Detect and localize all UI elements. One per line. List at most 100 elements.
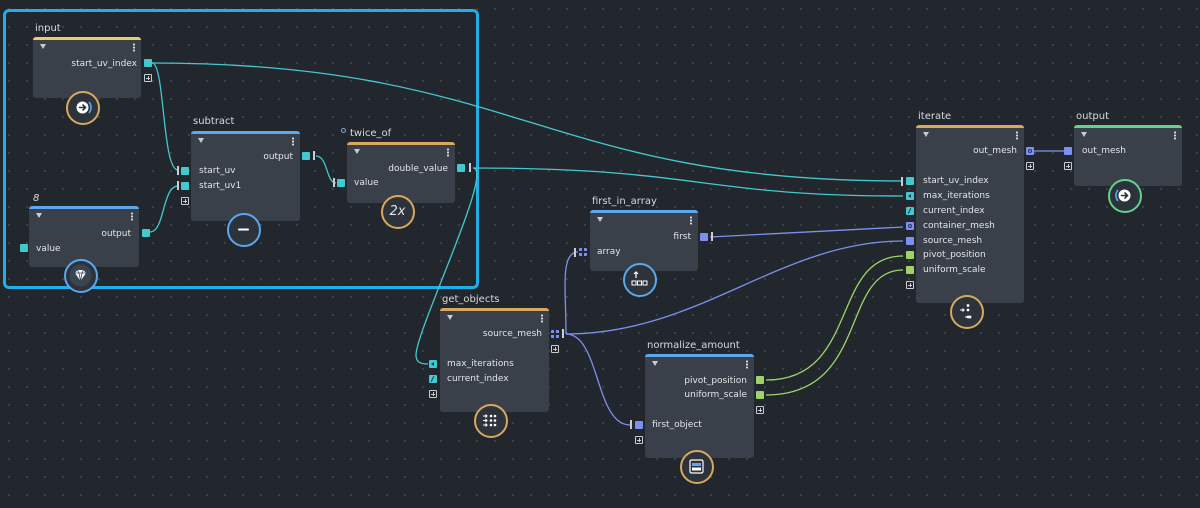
- node-value8[interactable]: output value: [29, 206, 139, 267]
- input-port-container-mesh[interactable]: [906, 222, 914, 230]
- input-port-max-iterations[interactable]: [429, 360, 437, 368]
- add-port-icon[interactable]: [635, 436, 643, 444]
- add-port-icon[interactable]: [756, 406, 764, 414]
- input-port-uniform-scale[interactable]: [906, 266, 914, 274]
- node-subtract[interactable]: output start_uv start_uv1: [191, 131, 300, 221]
- collapse-triangle-icon[interactable]: [923, 132, 929, 137]
- input-port-value[interactable]: [20, 244, 28, 252]
- node-input[interactable]: start_uv_index: [33, 37, 141, 98]
- node-first-in-array[interactable]: first array: [590, 210, 698, 271]
- output-port-uniform-scale[interactable]: [756, 391, 764, 399]
- node-menu-icon[interactable]: [746, 360, 748, 369]
- node-badge-get-objects: [474, 404, 508, 438]
- node-get-objects[interactable]: source_mesh max_iterations current_index: [440, 308, 549, 412]
- node-badge-input: [66, 91, 100, 125]
- collapse-triangle-icon[interactable]: [198, 138, 204, 143]
- output-port-source-mesh[interactable]: [551, 330, 559, 338]
- port-label-pivot-position: pivot_position: [684, 376, 747, 386]
- add-port-icon[interactable]: [144, 74, 152, 82]
- input-port-out-mesh[interactable]: [1064, 147, 1072, 155]
- input-port-start-uv1[interactable]: [181, 182, 189, 190]
- collapse-triangle-icon[interactable]: [1081, 132, 1087, 137]
- port-label-array: array: [597, 247, 621, 257]
- node-output[interactable]: out_mesh: [1074, 125, 1182, 186]
- wire-double-value-to-iterate: [472, 167, 904, 197]
- add-port-icon[interactable]: [551, 345, 559, 353]
- diamond-icon: [69, 264, 92, 287]
- add-port-icon[interactable]: [429, 390, 437, 398]
- add-port-icon[interactable]: [906, 281, 914, 289]
- collapse-triangle-icon[interactable]: [40, 44, 46, 49]
- wire-uniform-scale-to-iterate: [765, 269, 904, 396]
- node-title-iterate: iterate: [918, 111, 952, 122]
- wire-source-mesh-to-normalize: [565, 333, 631, 426]
- node-menu-icon[interactable]: [690, 216, 692, 225]
- node-menu-icon[interactable]: [447, 148, 449, 157]
- port-label-start-uv-index: start_uv_index: [71, 59, 137, 69]
- input-port-first-object[interactable]: [635, 421, 643, 429]
- input-port-start-uv[interactable]: [181, 167, 189, 175]
- node-header-bar: [29, 206, 139, 209]
- input-port-start-uv-index[interactable]: [906, 177, 914, 185]
- node-twice-of[interactable]: double_value value: [347, 142, 455, 203]
- input-port-current-index[interactable]: [429, 375, 437, 383]
- iterate-icon: [960, 304, 972, 319]
- node-graph-canvas[interactable]: input start_uv_index 8 output value subt…: [0, 0, 1200, 508]
- input-port-value[interactable]: [337, 179, 345, 187]
- input-port-max-iterations[interactable]: [906, 192, 914, 200]
- node-iterate[interactable]: out_mesh start_uv_index max_iterations c…: [916, 125, 1024, 303]
- output-port-output[interactable]: [302, 152, 310, 160]
- output-connector-tick: [313, 151, 315, 160]
- input-port-pivot-position[interactable]: [906, 251, 914, 259]
- port-label-first: first: [673, 232, 691, 242]
- input-connector-tick: [333, 178, 335, 187]
- wire-source-mesh-to-first-in-array: [564, 251, 579, 335]
- wire-first-to-container-mesh: [709, 226, 904, 238]
- collapse-triangle-icon[interactable]: [36, 213, 42, 218]
- collapse-triangle-icon[interactable]: [597, 217, 603, 222]
- input-port-source-mesh[interactable]: [906, 237, 914, 245]
- node-menu-icon[interactable]: [1174, 131, 1176, 140]
- node-menu-icon[interactable]: [1016, 131, 1018, 140]
- collapse-triangle-icon[interactable]: [652, 361, 658, 366]
- output-port-pivot-position[interactable]: [756, 376, 764, 384]
- output-connector-tick: [711, 232, 713, 241]
- node-title-normalize-amount: normalize_amount: [647, 340, 740, 351]
- port-label-output: output: [101, 229, 131, 239]
- input-port-array[interactable]: [579, 248, 587, 256]
- node-menu-icon[interactable]: [292, 137, 294, 146]
- port-label-container-mesh: container_mesh: [923, 221, 995, 231]
- node-badge-iterate: [950, 295, 984, 329]
- add-port-icon[interactable]: [1064, 162, 1072, 170]
- node-header-bar: [440, 308, 549, 311]
- output-port-double-value[interactable]: [457, 164, 465, 172]
- port-label-start-uv-index: start_uv_index: [923, 176, 989, 186]
- node-title-twice-of: twice_of: [350, 128, 392, 139]
- output-port-output[interactable]: [142, 229, 150, 237]
- normalize-icon: [689, 459, 704, 474]
- node-title-subtract: subtract: [193, 116, 235, 127]
- node-header-bar: [347, 142, 455, 145]
- collapse-triangle-icon[interactable]: [447, 315, 453, 320]
- output-port-first[interactable]: [700, 233, 708, 241]
- node-badge-value8: [64, 259, 98, 293]
- input-port-current-index[interactable]: [906, 207, 914, 215]
- node-normalize-amount[interactable]: pivot_position uniform_scale first_objec…: [645, 354, 754, 458]
- add-port-icon[interactable]: [181, 197, 189, 205]
- add-port-icon[interactable]: [1026, 162, 1034, 170]
- collapse-triangle-icon[interactable]: [354, 149, 360, 154]
- output-port-start-uv-index[interactable]: [144, 59, 152, 67]
- node-menu-icon[interactable]: [541, 314, 543, 323]
- port-label-current-index: current_index: [923, 206, 985, 216]
- port-label-out-mesh: out_mesh: [1082, 146, 1126, 156]
- node-menu-icon[interactable]: [133, 43, 135, 52]
- node-title-value8: 8: [33, 193, 40, 204]
- output-port-out-mesh[interactable]: [1026, 147, 1034, 155]
- node-menu-icon[interactable]: [131, 212, 133, 221]
- port-label-source-mesh: source_mesh: [482, 329, 542, 339]
- arrow-right-icon: [76, 101, 92, 114]
- node-title-input: input: [35, 23, 61, 34]
- pin-icon[interactable]: [341, 128, 346, 133]
- port-label-out-mesh: out_mesh: [973, 146, 1017, 156]
- node-badge-normalize-amount: [680, 450, 714, 484]
